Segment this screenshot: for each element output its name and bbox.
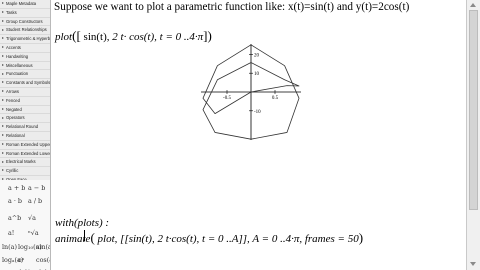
scroll-up-icon[interactable]	[470, 3, 476, 7]
x-tick-label: -0.5	[223, 96, 231, 101]
plot-fn: plot	[55, 31, 73, 43]
palette-item[interactable]: Maple Metadata	[0, 0, 50, 9]
palette-item-label: Negated	[6, 106, 22, 112]
palette-entry[interactable]: a!	[8, 229, 14, 237]
palette-item[interactable]: Cyrillic	[0, 167, 50, 176]
worksheet[interactable]: Suppose we want to plot a parametric fun…	[51, 0, 466, 270]
palette-entry[interactable]: √a	[28, 214, 36, 222]
palette-item[interactable]: Roman Extended Lower	[0, 149, 50, 159]
scroll-thumb[interactable]	[469, 10, 478, 210]
triangle-right-icon	[1, 98, 4, 101]
palette-entry[interactable]: eᵃ	[18, 256, 24, 264]
triangle-right-icon	[1, 107, 4, 110]
palette-entry[interactable]: ln(a)	[2, 243, 17, 251]
palette-item-label: Roman Extended Upper	[6, 141, 50, 147]
palette-item[interactable]: Relational	[0, 131, 50, 141]
palette-entry[interactable]: cos(a)	[36, 256, 50, 264]
animate-fn: animate	[55, 233, 91, 245]
palette-item[interactable]: Student Relationships	[0, 26, 50, 36]
palette-item[interactable]: Constants and Symbols	[0, 79, 50, 88]
animate-command[interactable]: animate( plot, [[sin(t), 2 t·cos(t), t =…	[55, 230, 363, 246]
text-cursor	[84, 230, 85, 241]
palette-item-label: Cyrillic	[6, 168, 19, 174]
triangle-right-icon	[1, 19, 4, 22]
triangle-right-icon	[1, 81, 4, 84]
palette-entry[interactable]: sin(a)	[36, 243, 50, 251]
palette-item[interactable]: Operators	[0, 114, 50, 124]
triangle-right-icon	[1, 10, 4, 13]
palette-entry[interactable]: a − b	[28, 184, 45, 192]
palette-item-label: Punctuation	[6, 71, 29, 77]
triangle-right-icon	[1, 46, 4, 49]
plot-x-expr: sin(t),	[83, 31, 110, 43]
palette-entry[interactable]: a / b	[28, 197, 42, 205]
triangle-right-icon	[1, 151, 4, 154]
scroll-down-icon[interactable]	[470, 262, 476, 266]
palette-entry[interactable]: a^b	[8, 214, 21, 222]
palette-entry[interactable]: a + b	[8, 184, 25, 192]
plot-y-expr: 2 t· cos(t),	[112, 31, 157, 43]
animate-args-a: plot, [[sin(t), 2 t·cos(t), t = 0 ..A]],	[97, 233, 250, 245]
palette-item-label: Arrows	[6, 88, 20, 94]
palette-item[interactable]: Negated	[0, 105, 50, 115]
parametric-plot[interactable]: -0.5 0.5 20 10 -10	[200, 42, 302, 142]
palette-item[interactable]: Roman Extended Upper	[0, 140, 50, 150]
palette-item-label: Tasks	[6, 9, 17, 15]
palette-item[interactable]: Miscellaneous	[0, 61, 50, 71]
palette-item-label: Maple Metadata	[6, 1, 37, 6]
triangle-right-icon	[1, 142, 4, 145]
y-tick-label: 10	[254, 72, 260, 77]
palette-item[interactable]: Group Constructors	[0, 17, 50, 27]
palette-item-label: Relational Round	[6, 124, 39, 130]
palette-item[interactable]: Electrical Marks	[0, 158, 50, 168]
palette-item-label: Relational	[6, 132, 25, 138]
triangle-right-icon	[1, 63, 4, 66]
palette-item[interactable]: Trigonometric & Hyperbolic	[0, 35, 50, 44]
palette-entry[interactable]: a · b	[8, 197, 22, 205]
animate-args-b: A = 0 ..4·π, frames = 50	[252, 233, 359, 245]
palette-entry[interactable]: ⁿ√a	[28, 229, 39, 237]
triangle-right-icon	[1, 28, 4, 31]
x-tick-label: 0.5	[272, 96, 279, 101]
triangle-right-icon	[1, 125, 4, 128]
palette-item[interactable]: Handwriting	[0, 52, 50, 62]
palette-panel: Maple Metadata Tasks Group Constructors Stu…	[0, 0, 51, 270]
triangle-right-icon	[1, 116, 4, 119]
palette-item-label: Handwriting	[6, 53, 29, 59]
palette-item-label: Electrical Marks	[6, 159, 36, 165]
triangle-right-icon	[1, 54, 4, 57]
palette-item[interactable]: Tasks	[0, 8, 50, 18]
palette-item-label: Fenced	[6, 97, 20, 103]
with-command[interactable]: with(plots) :	[55, 217, 109, 229]
vertical-scrollbar[interactable]	[466, 0, 480, 270]
triangle-right-icon	[1, 37, 4, 40]
palette-item-label: Constants and Symbols	[6, 80, 50, 86]
triangle-right-icon	[1, 169, 4, 172]
y-tick-label: 20	[254, 53, 260, 58]
expression-palette: a + ba − ba · ba / b a^b √a a! ⁿ√a ln(a) log₁₀…	[0, 180, 50, 270]
palette-item-label: Operators	[6, 115, 25, 121]
palette-item-label: Student Relationships	[6, 27, 47, 33]
palette-item[interactable]: Accents	[0, 43, 50, 53]
triangle-right-icon	[1, 90, 4, 93]
palette-item-label: Trigonometric & Hyperbolic	[6, 36, 50, 42]
triangle-right-icon	[1, 2, 4, 5]
triangle-right-icon	[1, 72, 4, 75]
header-text: Suppose we want to plot a parametric fun…	[54, 1, 410, 13]
palette-item[interactable]: Arrows	[0, 87, 50, 97]
palette-item-label: Accents	[6, 44, 21, 50]
palette-item-label: Miscellaneous	[6, 62, 33, 68]
y-tick-label: -10	[254, 110, 261, 115]
palette-item[interactable]: Relational Round	[0, 123, 50, 132]
plot-command[interactable]: plot([ sin(t), 2 t· cos(t), t = 0 ..4·π]…	[55, 28, 212, 44]
triangle-right-icon	[1, 134, 4, 137]
triangle-right-icon	[1, 160, 4, 163]
palette-item[interactable]: Fenced	[0, 96, 50, 106]
palette-item[interactable]: Punctuation	[0, 70, 50, 80]
palette-item-label: Group Constructors	[6, 18, 43, 24]
palette-item-label: Roman Extended Lower	[6, 150, 50, 156]
plot-range: t = 0 ..4·π	[159, 31, 204, 43]
